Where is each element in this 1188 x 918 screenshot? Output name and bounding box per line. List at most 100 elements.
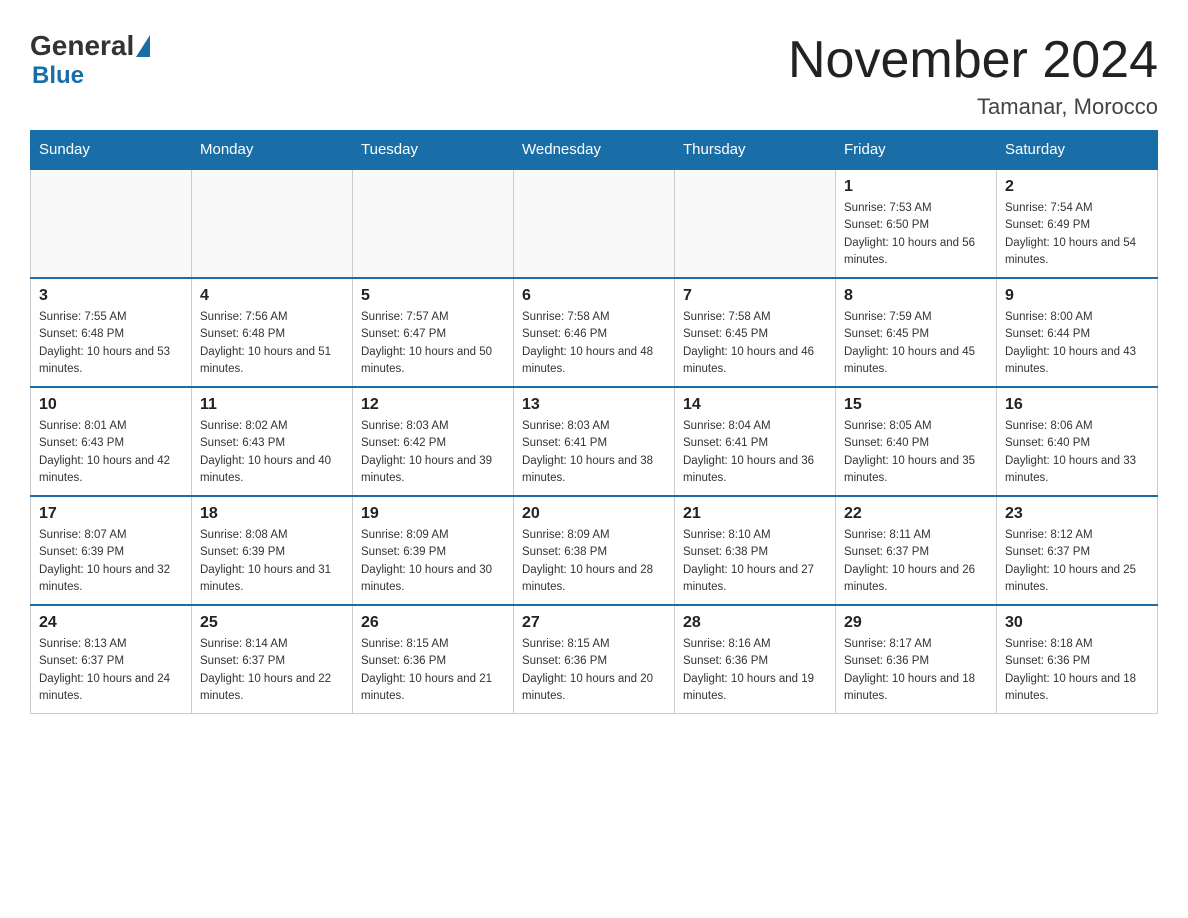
day-info: Sunrise: 8:03 AMSunset: 6:42 PMDaylight:… [361,418,505,487]
calendar-cell: 3 Sunrise: 7:55 AMSunset: 6:48 PMDaylight… [31,278,192,387]
day-number: 16 [1005,396,1149,414]
day-info: Sunrise: 8:13 AMSunset: 6:37 PMDaylight:… [39,636,183,705]
day-info: Sunrise: 8:11 AMSunset: 6:37 PMDaylight:… [844,527,988,596]
week-row-2: 3 Sunrise: 7:55 AMSunset: 6:48 PMDaylight… [31,278,1158,387]
calendar-cell: 11 Sunrise: 8:02 AMSunset: 6:43 PMDayligh… [192,387,353,496]
calendar-cell: 4 Sunrise: 7:56 AMSunset: 6:48 PMDaylight… [192,278,353,387]
day-number: 10 [39,396,183,414]
day-number: 15 [844,396,988,414]
week-row-1: 1 Sunrise: 7:53 AMSunset: 6:50 PMDaylight… [31,169,1158,278]
day-number: 19 [361,505,505,523]
day-number: 18 [200,505,344,523]
day-info: Sunrise: 8:09 AMSunset: 6:39 PMDaylight:… [361,527,505,596]
calendar-header-wednesday: Wednesday [514,131,675,170]
day-number: 12 [361,396,505,414]
calendar-header-friday: Friday [836,131,997,170]
calendar-cell: 18 Sunrise: 8:08 AMSunset: 6:39 PMDayligh… [192,496,353,605]
calendar-cell: 19 Sunrise: 8:09 AMSunset: 6:39 PMDayligh… [353,496,514,605]
month-title: November 2024 [788,30,1158,90]
day-info: Sunrise: 8:05 AMSunset: 6:40 PMDaylight:… [844,418,988,487]
calendar-cell: 16 Sunrise: 8:06 AMSunset: 6:40 PMDayligh… [997,387,1158,496]
calendar-cell: 17 Sunrise: 8:07 AMSunset: 6:39 PMDayligh… [31,496,192,605]
logo-triangle-icon [136,35,150,57]
day-number: 29 [844,614,988,632]
day-info: Sunrise: 7:58 AMSunset: 6:46 PMDaylight:… [522,309,666,378]
calendar-cell: 23Sunrise: 8:12 AMSunset: 6:37 PMDayligh… [997,496,1158,605]
day-info: Sunrise: 7:55 AMSunset: 6:48 PMDaylight:… [39,309,183,378]
day-info: Sunrise: 8:03 AMSunset: 6:41 PMDaylight:… [522,418,666,487]
calendar-cell: 8 Sunrise: 7:59 AMSunset: 6:45 PMDaylight… [836,278,997,387]
day-number: 27 [522,614,666,632]
calendar-cell [192,169,353,278]
calendar-cell: 2Sunrise: 7:54 AMSunset: 6:49 PMDaylight… [997,169,1158,278]
day-number: 25 [200,614,344,632]
calendar-table: SundayMondayTuesdayWednesdayThursdayFrid… [30,130,1158,714]
day-info: Sunrise: 8:06 AMSunset: 6:40 PMDaylight:… [1005,418,1149,487]
calendar-cell: 1 Sunrise: 7:53 AMSunset: 6:50 PMDaylight… [836,169,997,278]
day-number: 23 [1005,505,1149,523]
calendar-cell: 9Sunrise: 8:00 AMSunset: 6:44 PMDaylight… [997,278,1158,387]
calendar-cell: 13 Sunrise: 8:03 AMSunset: 6:41 PMDayligh… [514,387,675,496]
day-number: 28 [683,614,827,632]
logo-blue-text: Blue [32,62,84,89]
calendar-cell: 30Sunrise: 8:18 AMSunset: 6:36 PMDayligh… [997,605,1158,714]
calendar-header-saturday: Saturday [997,131,1158,170]
day-info: Sunrise: 8:01 AMSunset: 6:43 PMDaylight:… [39,418,183,487]
page-header: General Blue November 2024 Tamanar, Moro… [30,30,1158,120]
day-number: 9 [1005,287,1149,305]
day-number: 13 [522,396,666,414]
calendar-cell: 28Sunrise: 8:16 AMSunset: 6:36 PMDayligh… [675,605,836,714]
day-info: Sunrise: 7:59 AMSunset: 6:45 PMDaylight:… [844,309,988,378]
day-number: 6 [522,287,666,305]
day-info: Sunrise: 8:15 AMSunset: 6:36 PMDaylight:… [361,636,505,705]
calendar-cell: 20 Sunrise: 8:09 AMSunset: 6:38 PMDayligh… [514,496,675,605]
calendar-cell: 24 Sunrise: 8:13 AMSunset: 6:37 PMDayligh… [31,605,192,714]
calendar-cell: 29 Sunrise: 8:17 AMSunset: 6:36 PMDayligh… [836,605,997,714]
calendar-cell: 15 Sunrise: 8:05 AMSunset: 6:40 PMDayligh… [836,387,997,496]
day-info: Sunrise: 8:17 AMSunset: 6:36 PMDaylight:… [844,636,988,705]
calendar-cell: 26Sunrise: 8:15 AMSunset: 6:36 PMDayligh… [353,605,514,714]
calendar-cell [675,169,836,278]
day-number: 14 [683,396,827,414]
day-number: 30 [1005,614,1149,632]
day-number: 8 [844,287,988,305]
day-number: 24 [39,614,183,632]
day-number: 11 [200,396,344,414]
calendar-header-tuesday: Tuesday [353,131,514,170]
day-info: Sunrise: 8:09 AMSunset: 6:38 PMDaylight:… [522,527,666,596]
calendar-cell [353,169,514,278]
day-info: Sunrise: 8:04 AMSunset: 6:41 PMDaylight:… [683,418,827,487]
calendar-header-thursday: Thursday [675,131,836,170]
day-info: Sunrise: 7:53 AMSunset: 6:50 PMDaylight:… [844,200,988,269]
calendar-cell: 25 Sunrise: 8:14 AMSunset: 6:37 PMDayligh… [192,605,353,714]
calendar-header-monday: Monday [192,131,353,170]
day-number: 22 [844,505,988,523]
day-info: Sunrise: 8:14 AMSunset: 6:37 PMDaylight:… [200,636,344,705]
day-info: Sunrise: 7:58 AMSunset: 6:45 PMDaylight:… [683,309,827,378]
day-number: 21 [683,505,827,523]
week-row-4: 17 Sunrise: 8:07 AMSunset: 6:39 PMDayligh… [31,496,1158,605]
day-info: Sunrise: 8:10 AMSunset: 6:38 PMDaylight:… [683,527,827,596]
calendar-header-row: SundayMondayTuesdayWednesdayThursdayFrid… [31,131,1158,170]
calendar-cell [31,169,192,278]
day-info: Sunrise: 8:07 AMSunset: 6:39 PMDaylight:… [39,527,183,596]
day-number: 3 [39,287,183,305]
location-subtitle: Tamanar, Morocco [788,94,1158,120]
day-number: 1 [844,178,988,196]
day-number: 20 [522,505,666,523]
week-row-5: 24 Sunrise: 8:13 AMSunset: 6:37 PMDayligh… [31,605,1158,714]
day-number: 2 [1005,178,1149,196]
calendar-cell: 6 Sunrise: 7:58 AMSunset: 6:46 PMDaylight… [514,278,675,387]
calendar-cell: 10 Sunrise: 8:01 AMSunset: 6:43 PMDayligh… [31,387,192,496]
day-number: 4 [200,287,344,305]
day-info: Sunrise: 7:56 AMSunset: 6:48 PMDaylight:… [200,309,344,378]
day-info: Sunrise: 8:15 AMSunset: 6:36 PMDaylight:… [522,636,666,705]
calendar-cell: 21 Sunrise: 8:10 AMSunset: 6:38 PMDayligh… [675,496,836,605]
day-info: Sunrise: 8:08 AMSunset: 6:39 PMDaylight:… [200,527,344,596]
calendar-cell: 7 Sunrise: 7:58 AMSunset: 6:45 PMDaylight… [675,278,836,387]
logo: General Blue [30,30,152,90]
day-number: 17 [39,505,183,523]
title-section: November 2024 Tamanar, Morocco [788,30,1158,120]
day-info: Sunrise: 8:02 AMSunset: 6:43 PMDaylight:… [200,418,344,487]
day-number: 7 [683,287,827,305]
